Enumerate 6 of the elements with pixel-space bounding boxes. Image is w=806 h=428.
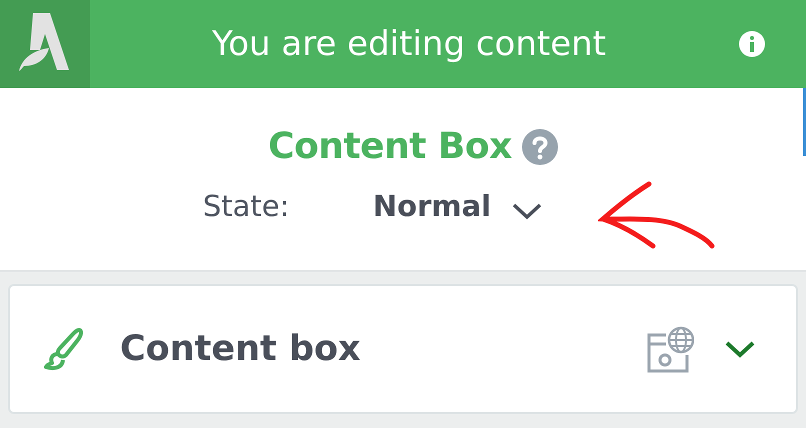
- state-dropdown[interactable]: Normal: [372, 189, 492, 223]
- header-title: You are editing content: [210, 24, 608, 64]
- state-label: State:: [202, 189, 290, 223]
- content-box-card[interactable]: Content box: [8, 284, 798, 414]
- panel-title: Content Box: [268, 126, 512, 167]
- card-title: Content box: [120, 329, 362, 369]
